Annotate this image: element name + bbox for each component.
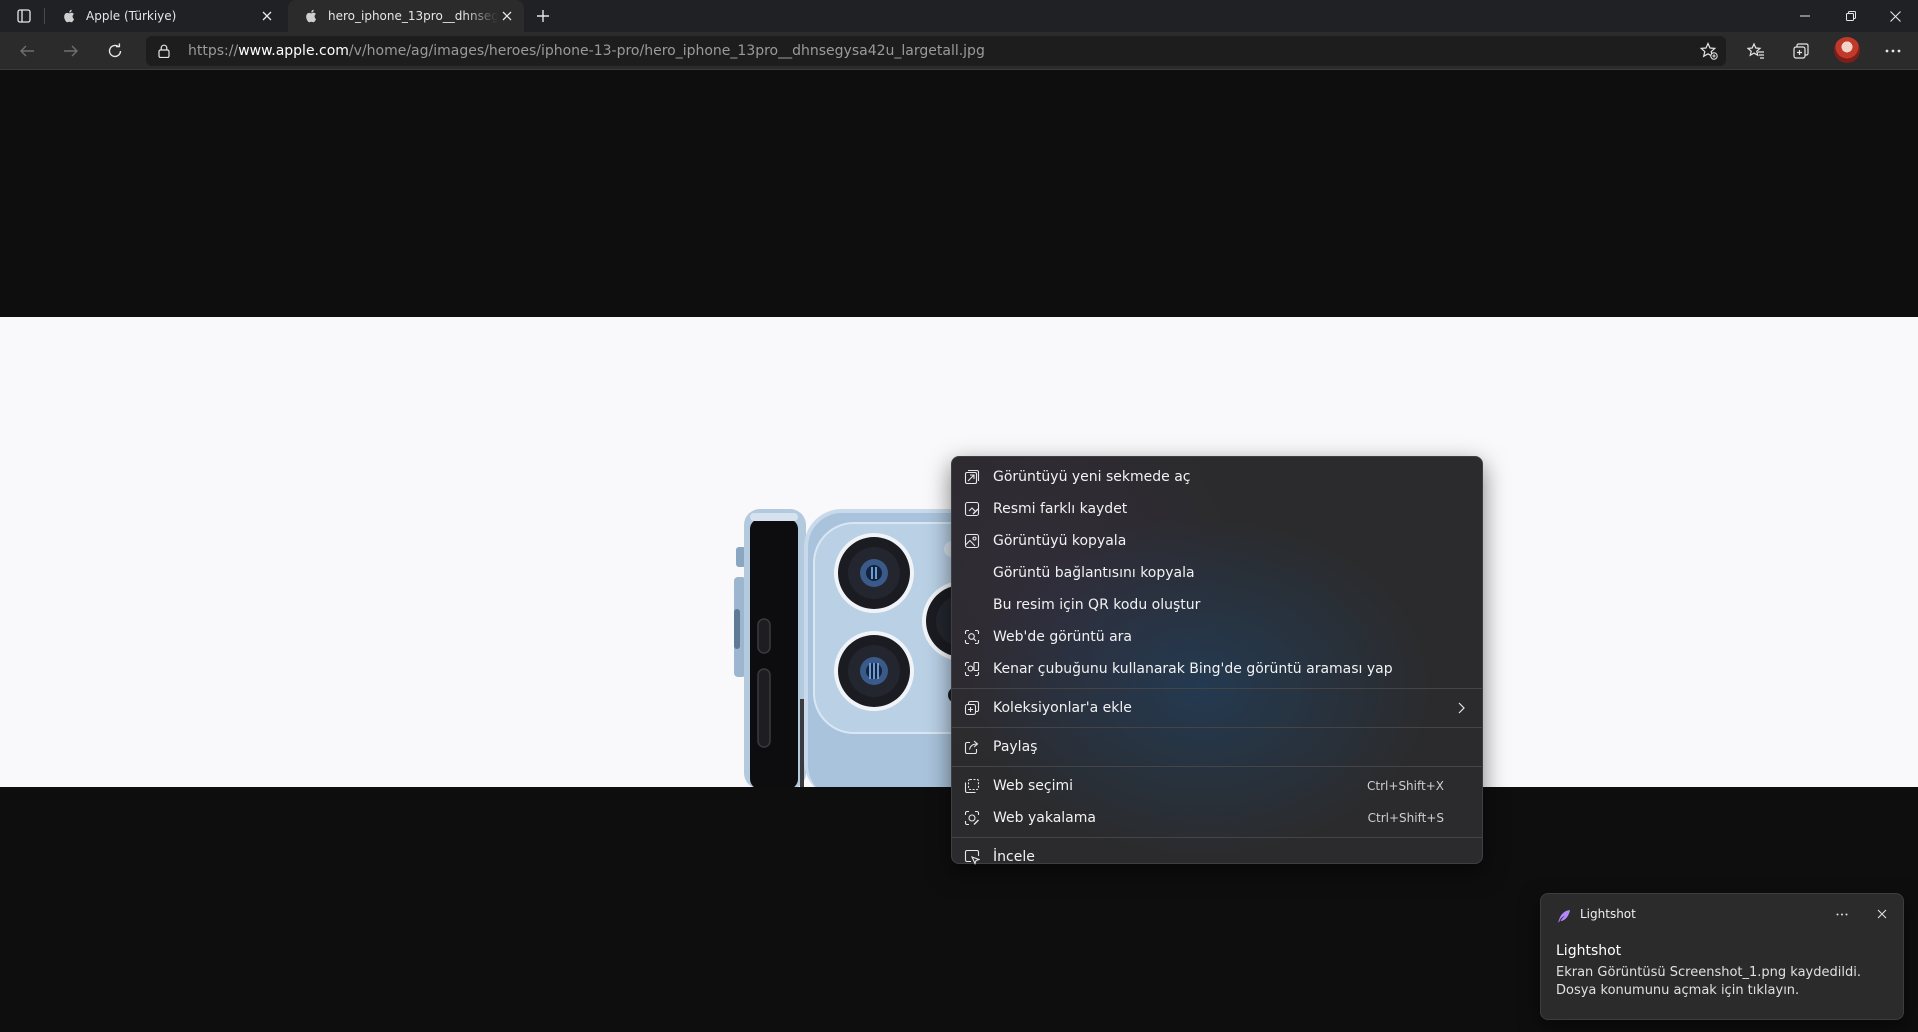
menu-item-label: İncele	[993, 849, 1035, 865]
menu-item-label: Web seçimi	[993, 778, 1073, 794]
more-horizontal-icon	[1836, 913, 1848, 915]
inspect-icon	[964, 849, 980, 865]
close-window-button[interactable]	[1872, 0, 1918, 32]
restore-icon	[1846, 11, 1856, 21]
profile-avatar[interactable]	[1834, 37, 1860, 63]
apple-icon	[62, 9, 76, 23]
sidebar-search-icon	[964, 661, 980, 677]
menu-separator	[952, 727, 1482, 728]
arrow-left-icon	[20, 45, 34, 57]
more-horizontal-icon	[1885, 49, 1901, 53]
tab-actions-button[interactable]	[12, 6, 36, 26]
web-capture-icon	[964, 810, 980, 826]
menu-item-open-image-new-tab[interactable]: Görüntüyü yeni sekmede aç	[952, 461, 1482, 493]
tab-apple-turkiye[interactable]: Apple (Türkiye)	[46, 0, 284, 32]
open-new-tab-icon	[964, 469, 980, 485]
url-path: /v/home/ag/images/heroes/iphone-13-pro/h…	[348, 43, 985, 59]
menu-item-label: Görüntü bağlantısını kopyala	[993, 565, 1195, 581]
chevron-right-icon	[1454, 701, 1468, 715]
menu-separator	[952, 766, 1482, 767]
menu-item-web-capture[interactable]: Web yakalama Ctrl+Shift+S	[952, 802, 1482, 834]
restore-button[interactable]	[1828, 0, 1874, 32]
menu-item-label: Bu resim için QR kodu oluştur	[993, 597, 1201, 613]
title-bar: Apple (Türkiye) hero_iphone_13pro__dhnse…	[0, 0, 1918, 32]
tab-title: Apple (Türkiye)	[86, 9, 177, 23]
close-icon	[502, 11, 512, 21]
collections-button[interactable]	[1786, 38, 1816, 64]
collections-icon	[1793, 43, 1809, 59]
url-scheme: https://	[188, 43, 239, 59]
menu-item-label: Web yakalama	[993, 810, 1096, 826]
feather-icon	[1558, 910, 1570, 923]
tab-title: hero_iphone_13pro__dhnsegysa42u_largetal…	[328, 9, 498, 23]
notification-close-button[interactable]	[1871, 904, 1893, 924]
menu-item-label: Koleksiyonlar'a ekle	[993, 700, 1132, 716]
new-tab-button[interactable]	[532, 6, 554, 26]
web-select-icon	[964, 778, 980, 794]
arrow-right-icon	[64, 45, 78, 57]
menu-item-copy-image[interactable]: Görüntüyü kopyala	[952, 525, 1482, 557]
refresh-button[interactable]	[100, 38, 130, 64]
close-icon	[1889, 10, 1901, 22]
url-host: www.apple.com	[238, 43, 349, 59]
notification-more-button[interactable]	[1831, 904, 1853, 924]
add-favorite-button[interactable]	[1694, 38, 1724, 64]
shortcut-label: Ctrl+Shift+S	[1367, 811, 1444, 825]
menu-item-bing-sidebar-search[interactable]: Kenar çubuğunu kullanarak Bing'de görünt…	[952, 653, 1482, 685]
shortcut-label: Ctrl+Shift+X	[1367, 779, 1444, 793]
address-bar[interactable]: https://www.apple.com/v/home/ag/images/h…	[146, 36, 1726, 66]
close-icon	[262, 11, 272, 21]
minimize-button[interactable]	[1782, 0, 1828, 32]
notification-message: Ekran Görüntüsü Screenshot_1.png kaydedi…	[1556, 965, 1861, 998]
menu-item-save-image-as[interactable]: Resmi farklı kaydet	[952, 493, 1482, 525]
notification-app-name: Lightshot	[1580, 907, 1636, 921]
collections-icon	[964, 700, 980, 716]
notification-title: Lightshot	[1556, 943, 1622, 959]
copy-image-icon	[964, 533, 980, 549]
menu-item-share[interactable]: Paylaş	[952, 731, 1482, 763]
close-tab-button[interactable]	[258, 7, 276, 25]
forward-button[interactable]	[56, 38, 86, 64]
back-button[interactable]	[12, 38, 42, 64]
plus-icon	[537, 10, 549, 22]
menu-separator	[952, 837, 1482, 838]
favorites-icon	[1747, 42, 1764, 59]
share-icon	[964, 739, 980, 755]
menu-item-search-image-web[interactable]: Web'de görüntü ara	[952, 621, 1482, 653]
save-image-icon	[964, 501, 980, 517]
tab-actions-icon	[17, 9, 31, 23]
menu-item-label: Görüntüyü yeni sekmede aç	[993, 469, 1191, 485]
menu-item-add-to-collections[interactable]: Koleksiyonlar'a ekle	[952, 692, 1482, 724]
url-text[interactable]: https://www.apple.com/v/home/ag/images/h…	[188, 36, 985, 66]
lock-icon[interactable]	[156, 42, 172, 60]
menu-item-copy-image-link[interactable]: Görüntü bağlantısını kopyala	[952, 557, 1482, 589]
lightshot-notification[interactable]: Lightshot Lightshot Ekran Görüntüsü Scre…	[1540, 893, 1904, 1020]
menu-item-web-select[interactable]: Web seçimi Ctrl+Shift+X	[952, 770, 1482, 802]
image-context-menu: Görüntüyü yeni sekmede aç Resmi farklı k…	[951, 456, 1483, 865]
menu-item-label: Kenar çubuğunu kullanarak Bing'de görünt…	[993, 661, 1393, 677]
menu-item-label: Görüntüyü kopyala	[993, 533, 1127, 549]
minimize-icon	[1800, 15, 1810, 17]
refresh-icon	[108, 43, 122, 58]
menu-item-label: Paylaş	[993, 739, 1038, 755]
menu-item-label: Web'de görüntü ara	[993, 629, 1133, 645]
menu-item-inspect[interactable]: İncele	[952, 841, 1482, 873]
close-icon	[1877, 909, 1887, 919]
apple-icon	[304, 9, 318, 23]
tab-separator	[44, 8, 45, 24]
menu-item-create-qr-code[interactable]: Bu resim için QR kodu oluştur	[952, 589, 1482, 621]
settings-more-button[interactable]	[1878, 38, 1908, 64]
browser-toolbar: https://www.apple.com/v/home/ag/images/h…	[0, 32, 1918, 70]
close-tab-button[interactable]	[498, 7, 516, 25]
menu-item-label: Resmi farklı kaydet	[993, 501, 1128, 517]
menu-separator	[952, 688, 1482, 689]
star-add-icon	[1700, 42, 1718, 60]
favorites-button[interactable]	[1741, 38, 1771, 64]
visual-search-icon	[964, 629, 980, 645]
tab-hero-image[interactable]: hero_iphone_13pro__dhnsegysa42u_largetal…	[288, 0, 524, 32]
